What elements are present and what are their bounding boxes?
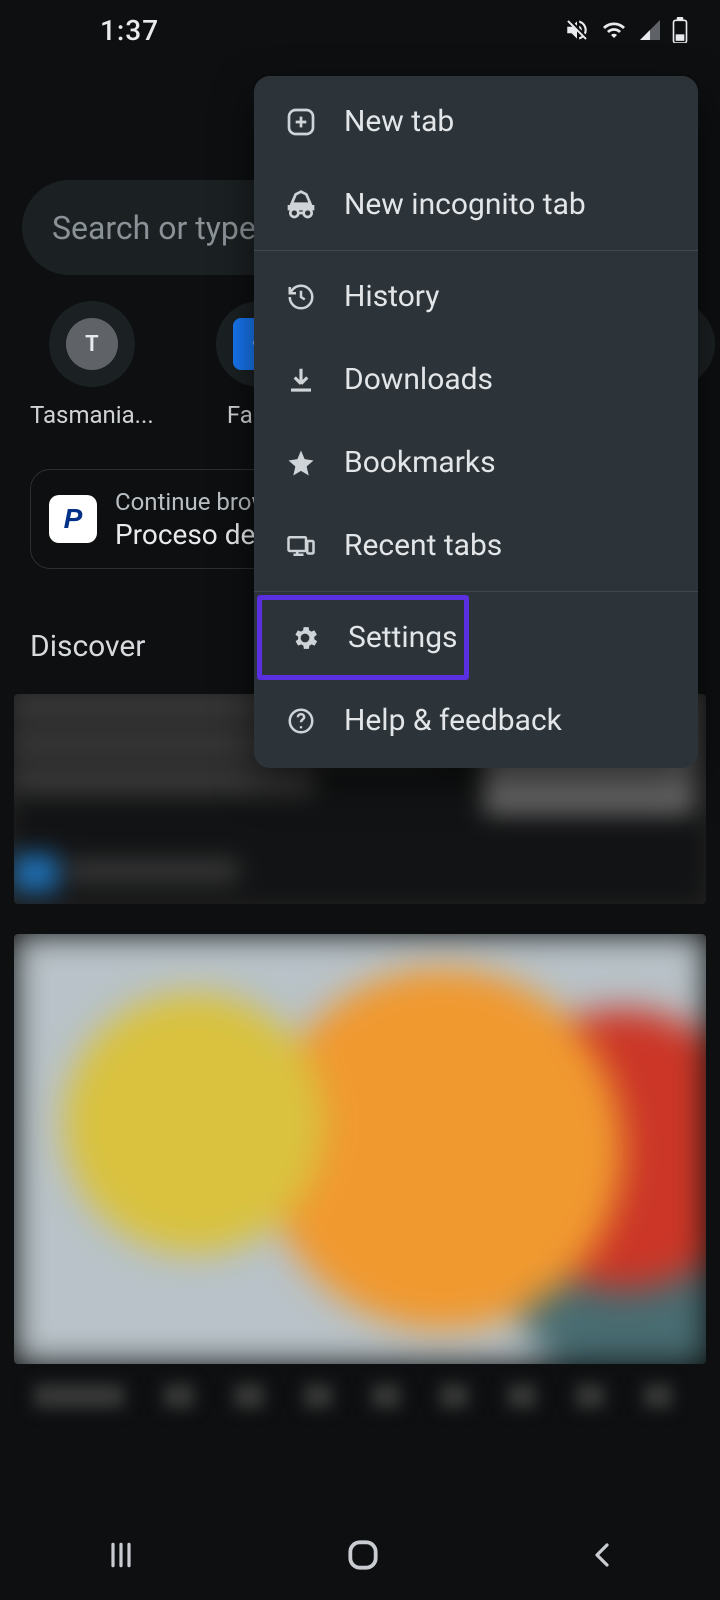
mute-icon — [564, 17, 590, 43]
menu-label: New tab — [344, 104, 454, 139]
menu-help-feedback[interactable]: Help & feedback — [254, 679, 698, 762]
feed-card[interactable] — [14, 934, 706, 1364]
signal-icon — [638, 18, 662, 42]
menu-recent-tabs[interactable]: Recent tabs — [254, 504, 698, 587]
menu-label: Recent tabs — [344, 528, 502, 563]
star-icon — [284, 446, 318, 480]
help-icon — [284, 704, 318, 738]
battery-icon — [672, 17, 688, 43]
devices-icon — [284, 529, 318, 563]
menu-history[interactable]: History — [254, 255, 698, 338]
menu-label: Settings — [348, 620, 458, 655]
status-bar: 1:37 — [0, 0, 720, 60]
status-time: 1:37 — [32, 14, 159, 47]
back-button[interactable] — [587, 1538, 617, 1572]
menu-label: New incognito tab — [344, 187, 586, 222]
gear-icon — [288, 621, 322, 655]
shortcut-favicon: T — [49, 301, 135, 387]
menu-label: Help & feedback — [344, 703, 562, 738]
menu-settings[interactable]: Settings — [258, 596, 468, 679]
overflow-menu: New tab New incognito tab History Downlo… — [254, 76, 698, 768]
plus-box-icon — [284, 105, 318, 139]
feed-card — [14, 1384, 706, 1418]
download-icon — [284, 363, 318, 397]
menu-label: Downloads — [344, 362, 493, 397]
recents-button[interactable] — [103, 1539, 139, 1571]
paypal-icon: P — [49, 495, 97, 543]
home-button[interactable] — [344, 1536, 382, 1574]
status-icons — [564, 17, 688, 43]
menu-separator — [254, 591, 698, 592]
incognito-icon — [284, 188, 318, 222]
menu-new-incognito-tab[interactable]: New incognito tab — [254, 163, 698, 246]
menu-separator — [254, 250, 698, 251]
menu-new-tab[interactable]: New tab — [254, 80, 698, 163]
menu-label: History — [344, 279, 439, 314]
system-nav-bar — [0, 1510, 720, 1600]
history-icon — [284, 280, 318, 314]
shortcut-label: Tasmania... — [30, 401, 154, 429]
shortcut-item[interactable]: T Tasmania... — [30, 301, 154, 429]
menu-label: Bookmarks — [344, 445, 496, 480]
wifi-icon — [600, 18, 628, 42]
menu-bookmarks[interactable]: Bookmarks — [254, 421, 698, 504]
menu-downloads[interactable]: Downloads — [254, 338, 698, 421]
